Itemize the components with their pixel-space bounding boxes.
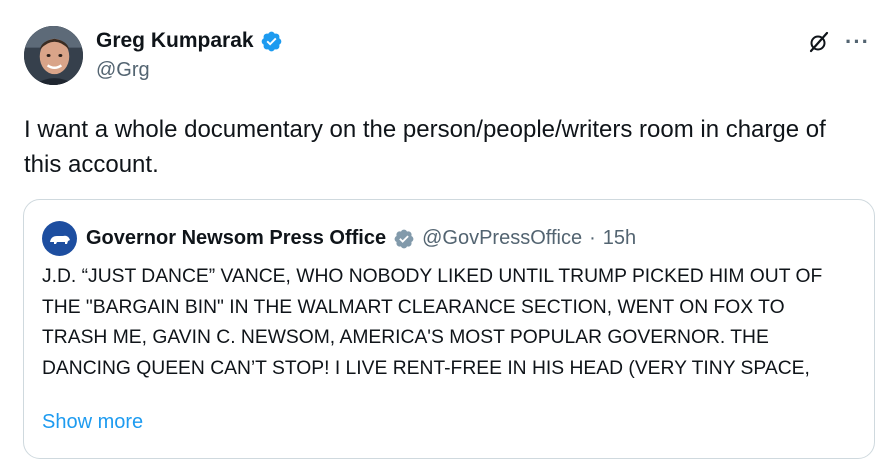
quoted-author-avatar[interactable] — [42, 221, 77, 256]
author-avatar[interactable] — [24, 26, 83, 85]
quoted-handle[interactable]: @GovPressOffice — [422, 227, 582, 250]
verified-badge-icon — [260, 30, 283, 53]
quoted-display-name[interactable]: Governor Newsom Press Office — [86, 227, 386, 250]
tweet-text: I want a whole documentary on the person… — [24, 116, 826, 178]
grok-icon[interactable] — [807, 30, 831, 54]
quoted-verified-badge-icon — [393, 228, 415, 250]
author-handle[interactable]: @Grg — [96, 59, 150, 82]
quoted-timestamp[interactable]: 15h — [603, 227, 636, 250]
quoted-tweet-text: J.D. “JUST DANCE” VANCE, WHO NOBODY LIKE… — [42, 266, 823, 379]
author-display-name[interactable]: Greg Kumparak — [96, 29, 254, 53]
more-options-icon[interactable]: ··· — [845, 31, 870, 53]
tweet-card[interactable]: Greg Kumparak @Grg ··· I want a whole do… — [0, 0, 890, 474]
quoted-tweet[interactable]: Governor Newsom Press Office @GovPressOf… — [23, 199, 875, 459]
separator-dot: · — [589, 227, 596, 249]
show-more-link[interactable]: Show more — [42, 411, 143, 434]
